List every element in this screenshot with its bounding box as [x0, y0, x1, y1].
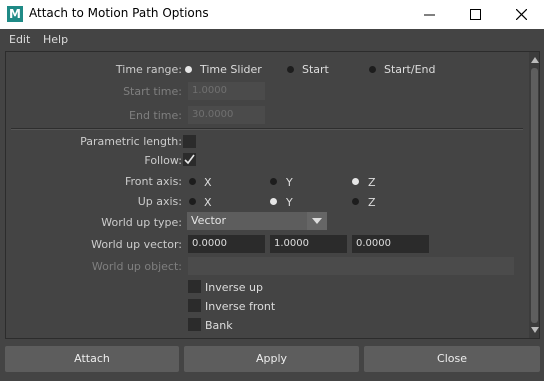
- start-time-label: Start time:: [123, 85, 182, 98]
- world-up-object-label: World up object:: [91, 260, 182, 273]
- front-axis-label: Front axis:: [124, 175, 182, 188]
- end-time-label: End time:: [129, 109, 182, 122]
- world-up-vector-label: World up vector:: [91, 238, 182, 251]
- time-range-start-radio[interactable]: [287, 66, 294, 73]
- inverse-up-checkbox[interactable]: [188, 280, 201, 293]
- section-divider-highlight: [11, 129, 523, 130]
- up-axis-y-label[interactable]: Y: [286, 196, 293, 209]
- dropdown-arrow-icon: [307, 212, 327, 230]
- front-axis-x-label[interactable]: X: [204, 176, 212, 189]
- up-axis-z-label[interactable]: Z: [368, 196, 376, 209]
- world-up-type-label: World up type:: [101, 216, 182, 229]
- front-axis-z-label[interactable]: Z: [368, 176, 376, 189]
- front-axis-z-radio[interactable]: [352, 178, 359, 185]
- menu-bar: Edit Help: [0, 29, 544, 50]
- title-bar: M Attach to Motion Path Options: [0, 0, 544, 29]
- world-up-object-field[interactable]: [188, 257, 514, 275]
- minimize-button[interactable]: [406, 0, 452, 29]
- time-range-time-slider-label[interactable]: Time Slider: [200, 63, 262, 76]
- front-axis-y-radio[interactable]: [270, 178, 277, 185]
- time-range-label: Time range:: [115, 63, 182, 76]
- up-axis-label: Up axis:: [137, 195, 182, 208]
- end-time-field[interactable]: 30.0000: [188, 106, 265, 124]
- up-axis-y-radio[interactable]: [270, 198, 277, 205]
- up-axis-z-radio[interactable]: [352, 198, 359, 205]
- up-axis-x-label[interactable]: X: [204, 196, 212, 209]
- vertical-scrollbar[interactable]: [529, 52, 539, 338]
- world-up-vector-y-field[interactable]: 1.0000: [270, 235, 347, 253]
- time-range-start-end-radio[interactable]: [369, 66, 376, 73]
- options-panel: Time range: Time Slider Start Start/End …: [5, 51, 540, 339]
- follow-label: Follow:: [144, 154, 182, 167]
- close-icon: [515, 9, 527, 20]
- world-up-vector-z-field[interactable]: 0.0000: [352, 235, 429, 253]
- close-button[interactable]: Close: [364, 346, 540, 372]
- front-axis-x-radio[interactable]: [189, 178, 196, 185]
- maya-logo-icon: M: [7, 6, 23, 22]
- maximize-icon: [469, 9, 481, 20]
- inverse-front-checkbox[interactable]: [188, 299, 201, 312]
- attach-button[interactable]: Attach: [5, 346, 179, 372]
- world-up-type-value: Vector: [191, 214, 227, 227]
- world-up-type-dropdown[interactable]: Vector: [187, 212, 327, 230]
- close-window-button[interactable]: [498, 0, 544, 29]
- world-up-vector-x-field[interactable]: 0.0000: [188, 235, 265, 253]
- inverse-front-label[interactable]: Inverse front: [205, 300, 275, 313]
- minimize-icon: [423, 14, 435, 16]
- time-range-start-label[interactable]: Start: [302, 63, 329, 76]
- options-content: Time range: Time Slider Start Start/End …: [6, 52, 526, 338]
- parametric-length-checkbox[interactable]: [183, 135, 196, 148]
- follow-checkbox[interactable]: [183, 153, 196, 166]
- apply-button[interactable]: Apply: [184, 346, 359, 372]
- parametric-length-label: Parametric length:: [80, 135, 182, 148]
- bank-label[interactable]: Bank: [205, 319, 233, 332]
- time-range-start-end-label[interactable]: Start/End: [384, 63, 435, 76]
- scroll-down-arrow-icon[interactable]: [531, 327, 539, 333]
- front-axis-y-label[interactable]: Y: [286, 176, 293, 189]
- scrollbar-thumb[interactable]: [531, 68, 538, 323]
- window-title: Attach to Motion Path Options: [29, 6, 209, 20]
- time-range-time-slider-radio[interactable]: [185, 66, 192, 73]
- menu-edit[interactable]: Edit: [9, 33, 30, 46]
- menu-help[interactable]: Help: [43, 33, 68, 46]
- checkmark-icon: [184, 154, 195, 165]
- inverse-up-label[interactable]: Inverse up: [205, 281, 263, 294]
- bank-checkbox[interactable]: [188, 318, 201, 331]
- scroll-up-arrow-icon[interactable]: [531, 57, 539, 63]
- start-time-field[interactable]: 1.0000: [188, 82, 265, 100]
- maximize-button[interactable]: [452, 0, 498, 29]
- up-axis-x-radio[interactable]: [189, 198, 196, 205]
